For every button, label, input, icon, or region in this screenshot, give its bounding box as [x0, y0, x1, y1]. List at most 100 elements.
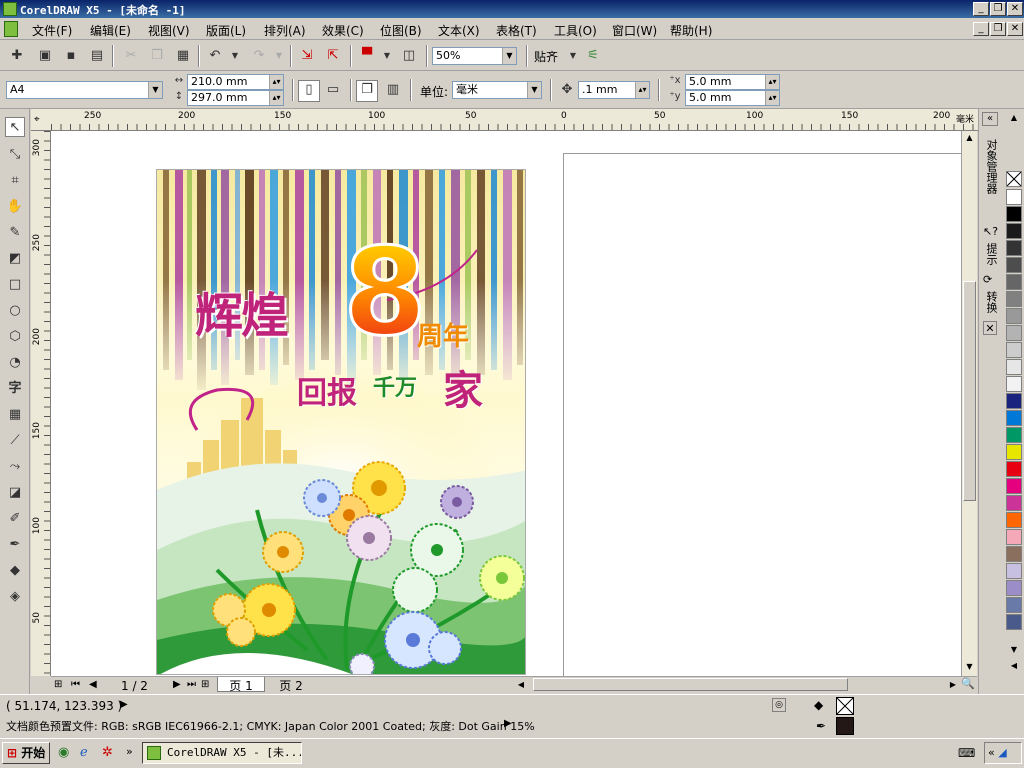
tray-expand-icon[interactable]: « [988, 746, 995, 759]
menu-table[interactable]: 表格(T) [496, 22, 537, 39]
palette-scroll-up-icon[interactable]: ▲ [1006, 111, 1022, 125]
palette-flyout-icon[interactable]: ◀ [1006, 659, 1022, 673]
duplicate-x-spinner-icon[interactable]: ▴▾ [765, 75, 779, 89]
menu-text[interactable]: 文本(X) [438, 22, 480, 39]
table-tool-icon[interactable]: ▦ [5, 405, 25, 425]
interactive-shadow-tool-icon[interactable]: ◪ [5, 483, 25, 503]
scroll-right-icon[interactable]: ▶ [947, 678, 959, 691]
menu-effects[interactable]: 效果(C) [322, 22, 364, 39]
close-button[interactable]: ✕ [1007, 2, 1023, 16]
no-fill-swatch[interactable] [1006, 171, 1022, 187]
page-tab-2[interactable]: 页 2 [267, 677, 315, 693]
navigator-zoom-icon[interactable]: 🔍 [961, 677, 975, 691]
menu-tools[interactable]: 工具(O) [554, 22, 597, 39]
palette-swatch[interactable] [1006, 597, 1022, 613]
ellipse-tool-icon[interactable]: ○ [5, 301, 25, 321]
subtitle-part-2[interactable]: 千万 [373, 370, 417, 402]
welcome-screen-icon[interactable]: ◫ [400, 47, 418, 65]
shape-tool-icon[interactable]: ⤡ [5, 145, 25, 165]
palette-scroll-down-icon[interactable]: ▼ [1006, 643, 1022, 657]
connector-tool-icon[interactable]: ⤳ [5, 457, 25, 477]
page-height-field[interactable]: 297.0 mm ▴▾ [187, 90, 284, 106]
keyboard-tray-icon[interactable]: ⌨ [958, 746, 975, 760]
open-icon[interactable]: ▣ [36, 47, 54, 65]
coords-arrow-icon[interactable]: ▶ [120, 699, 128, 710]
menu-view[interactable]: 视图(V) [148, 22, 190, 39]
outline-color-swatch[interactable] [836, 717, 854, 735]
redo-dropdown-icon[interactable]: ▼ [270, 47, 288, 65]
drawing-canvas[interactable]: 辉煌 8 周年 回报 千万 家 [51, 131, 961, 676]
dimension-tool-icon[interactable]: ⟋ [5, 431, 25, 451]
palette-swatch[interactable] [1006, 512, 1022, 528]
redo-icon[interactable]: ↷ [250, 47, 268, 65]
palette-swatch[interactable] [1006, 495, 1022, 511]
vertical-ruler[interactable]: 300 250 200 150 100 50 [31, 131, 51, 676]
polygon-tool-icon[interactable]: ⬡ [5, 327, 25, 347]
last-page-icon[interactable]: ⏭ [187, 679, 196, 690]
menu-edit[interactable]: 编辑(E) [90, 22, 131, 39]
rectangle-tool-icon[interactable]: □ [5, 275, 25, 295]
docker-tab-hints[interactable]: 提示 [983, 243, 999, 265]
scroll-up-icon[interactable]: ▲ [963, 131, 976, 145]
next-page-icon[interactable]: ▶ [173, 679, 181, 690]
menu-window[interactable]: 窗口(W) [612, 22, 657, 39]
palette-swatch[interactable] [1006, 444, 1022, 460]
palette-swatch[interactable] [1006, 461, 1022, 477]
scroll-down-icon[interactable]: ▼ [963, 660, 976, 674]
palette-swatch[interactable] [1006, 563, 1022, 579]
save-icon[interactable]: ▪ [62, 47, 80, 65]
palette-swatch[interactable] [1006, 478, 1022, 494]
palette-swatch[interactable] [1006, 614, 1022, 630]
taskbar-coreldraw-item[interactable]: CorelDRAW X5 - [未... [142, 742, 302, 764]
palette-swatch[interactable] [1006, 223, 1022, 239]
headline-main[interactable]: 辉煌 [195, 276, 289, 346]
palette-swatch[interactable] [1006, 189, 1022, 205]
menu-file[interactable]: 文件(F) [32, 22, 72, 39]
start-button[interactable]: ⊞ 开始 [2, 742, 50, 764]
print-icon[interactable]: ▤ [88, 47, 106, 65]
profile-arrow-icon[interactable]: ▶ [504, 718, 512, 729]
page-height-spinner-icon[interactable]: ▴▾ [269, 91, 283, 105]
snap-dropdown-icon[interactable]: ▼ [564, 47, 582, 65]
outline-pen-tool-icon[interactable]: ✒ [5, 535, 25, 555]
import-icon[interactable]: ⇲ [298, 47, 316, 65]
palette-swatch[interactable] [1006, 308, 1022, 324]
palette-swatch[interactable] [1006, 206, 1022, 222]
horizontal-ruler[interactable]: ⌖ 250 200 150 100 50 0 50 100 150 200 毫米 [31, 109, 978, 131]
copy-icon[interactable]: ❐ [148, 47, 166, 65]
palette-swatch[interactable] [1006, 240, 1022, 256]
duplicate-y-field[interactable]: 5.0 mm ▴▾ [685, 90, 780, 106]
application-launcher-icon[interactable]: ▀ [358, 47, 376, 65]
fill-tool-icon[interactable]: ◆ [5, 561, 25, 581]
pan-tool-icon[interactable]: ✋ [5, 197, 25, 217]
doc-close-button[interactable]: ✕ [1007, 22, 1023, 36]
previous-page-icon[interactable]: ◀ [89, 679, 97, 690]
docker-close-icon[interactable]: ✕ [983, 321, 997, 335]
palette-swatch[interactable] [1006, 342, 1022, 358]
palette-swatch[interactable] [1006, 410, 1022, 426]
palette-swatch[interactable] [1006, 257, 1022, 273]
nudge-field[interactable]: .1 mm ▴▾ [578, 81, 650, 99]
docker-collapse-icon[interactable]: « [982, 112, 998, 126]
units-select[interactable]: 毫米 ▼ [452, 81, 542, 99]
quicklaunch-more-icon[interactable]: » [126, 745, 133, 758]
headline-number-box[interactable]: 8 [342, 223, 429, 365]
menu-layout[interactable]: 版面(L) [206, 22, 246, 39]
new-document-icon[interactable]: ✚ [8, 47, 26, 65]
pick-tool-icon[interactable]: ↖ [5, 117, 25, 137]
palette-swatch[interactable] [1006, 393, 1022, 409]
ruler-origin-icon[interactable]: ⌖ [34, 114, 40, 125]
duplicate-y-spinner-icon[interactable]: ▴▾ [765, 91, 779, 105]
palette-swatch[interactable] [1006, 427, 1022, 443]
vertical-scrollbar[interactable]: ▲ ▼ [961, 131, 977, 676]
subtitle-part-3[interactable]: 家 [443, 358, 483, 416]
menu-arrange[interactable]: 排列(A) [264, 22, 306, 39]
landscape-icon[interactable]: ▭ [324, 81, 342, 99]
snap-to-label[interactable]: 贴齐 [534, 48, 558, 65]
interactive-fill-tool-icon[interactable]: ◈ [5, 587, 25, 607]
headline-anniversary[interactable]: 周年 [417, 316, 469, 353]
page-tab-1[interactable]: 页 1 [217, 677, 265, 693]
docker-tab-object-manager[interactable]: 对象管理器 [983, 139, 999, 194]
all-pages-icon[interactable]: ❐ [356, 80, 378, 102]
options-icon[interactable]: ⚟ [584, 47, 602, 65]
